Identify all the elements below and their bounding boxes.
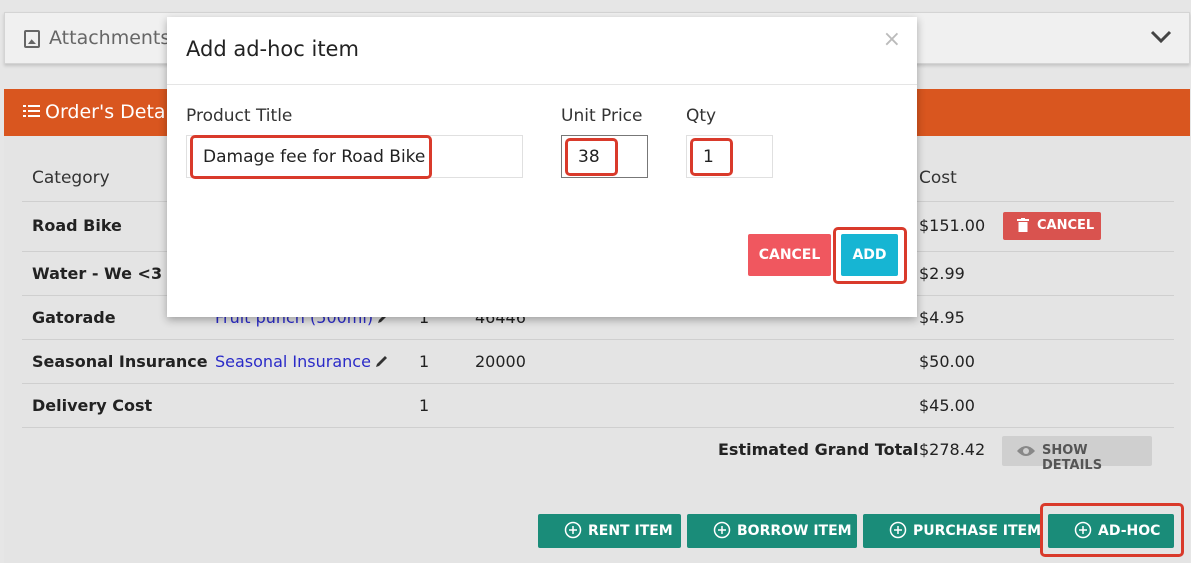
- plus-circle-icon: [889, 521, 907, 539]
- row-qty: 1: [419, 396, 430, 415]
- rent-item-label: RENT ITEM: [588, 523, 673, 539]
- cancel-button[interactable]: CANCEL: [748, 234, 831, 276]
- table-row: Seasonal Insurance Seasonal Insurance 1 …: [22, 339, 1174, 383]
- qty-highlight: [690, 138, 733, 176]
- close-icon[interactable]: ×: [883, 27, 901, 52]
- ad-hoc-highlight: [1040, 503, 1184, 557]
- orders-detail-label: Order's Detail: [45, 101, 177, 123]
- trash-icon: [1017, 218, 1029, 232]
- row-cost: $4.95: [919, 308, 965, 327]
- chevron-down-icon[interactable]: [1149, 25, 1173, 49]
- row-category: Gatorade: [32, 308, 116, 327]
- cancel-row-button[interactable]: CANCEL: [1003, 212, 1101, 240]
- list-icon: [23, 105, 40, 117]
- row-code: 20000: [475, 352, 526, 371]
- row-item-link[interactable]: Seasonal Insurance: [215, 352, 389, 371]
- image-icon: [24, 30, 40, 48]
- add-button-highlight: [833, 227, 907, 284]
- purchase-item-button[interactable]: PURCHASE ITEM: [863, 514, 1042, 548]
- purchase-item-label: PURCHASE ITEM: [913, 523, 1042, 539]
- cost-column-header: Cost: [919, 168, 957, 188]
- qty-label: Qty: [686, 106, 717, 126]
- cancel-row-label: CANCEL: [1037, 218, 1095, 233]
- borrow-item-label: BORROW ITEM: [737, 523, 852, 539]
- row-category: Seasonal Insurance: [32, 352, 208, 371]
- show-details-button[interactable]: SHOW DETAILS: [1002, 436, 1152, 473]
- product-title-highlight: [190, 135, 432, 179]
- plus-circle-icon: [713, 521, 731, 539]
- product-title-label: Product Title: [186, 106, 293, 126]
- plus-circle-icon: [564, 521, 582, 539]
- row-cost: $2.99: [919, 264, 965, 283]
- row-cost: $151.00: [919, 216, 986, 235]
- unit-price-highlight: [565, 138, 618, 176]
- table-row: Delivery Cost 1 $45.00: [22, 383, 1174, 427]
- row-category: Road Bike: [32, 216, 122, 235]
- add-ad-hoc-item-dialog: Add ad-hoc item × Product Title Damage f…: [167, 17, 917, 317]
- pencil-icon[interactable]: [375, 354, 389, 368]
- category-column-header: Category: [32, 168, 110, 188]
- borrow-item-button[interactable]: BORROW ITEM: [687, 514, 857, 548]
- dialog-divider: [167, 84, 917, 85]
- dialog-title: Add ad-hoc item: [186, 37, 359, 61]
- grand-total-label: Estimated Grand Total: [718, 440, 919, 459]
- row-cost: $50.00: [919, 352, 975, 371]
- unit-price-label: Unit Price: [561, 106, 643, 126]
- attachments-label: Attachments: [49, 27, 171, 49]
- eye-icon: [1017, 446, 1035, 456]
- row-category: Delivery Cost: [32, 396, 153, 415]
- show-details-label: SHOW DETAILS: [1042, 443, 1103, 473]
- row-qty: 1: [419, 352, 430, 371]
- row-cost: $45.00: [919, 396, 975, 415]
- grand-total-value: $278.42: [919, 440, 986, 459]
- rent-item-button[interactable]: RENT ITEM: [538, 514, 681, 548]
